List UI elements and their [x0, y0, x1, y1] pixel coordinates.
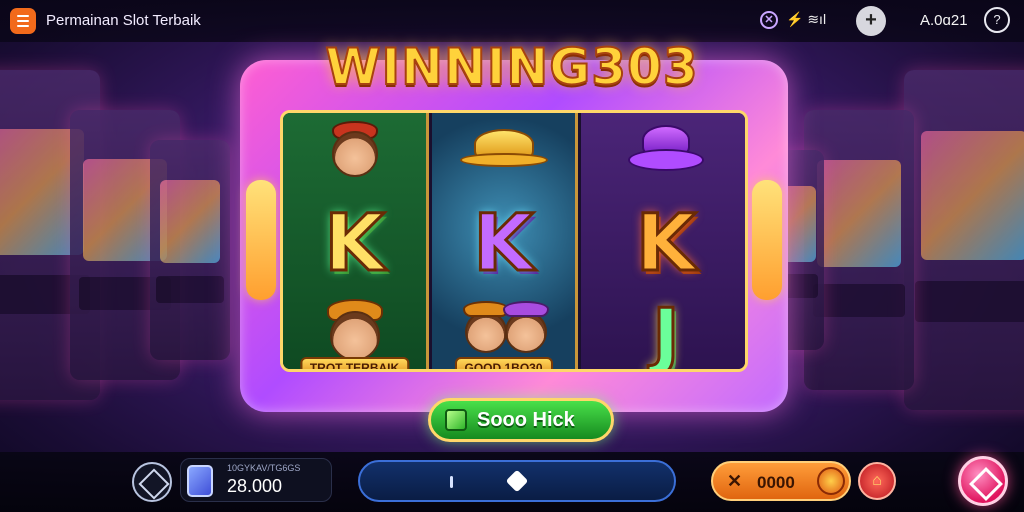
help-icon[interactable]: ? [984, 7, 1010, 33]
auto-spin-button[interactable]: ⌂ [858, 462, 896, 500]
menu-icon[interactable] [10, 8, 36, 34]
reel-2: K GOOD 1BO30 [432, 113, 578, 369]
balance-panel: 10GYKAV/TG6GS 28.000 [180, 458, 332, 502]
reel-3: K J [581, 113, 745, 372]
spin-button-label: Sooo Hick [477, 408, 575, 431]
bet-icon: ✕ [727, 471, 743, 491]
reel-1-symbol-top [283, 117, 426, 187]
balance-label: 10GYKAV/TG6GS [227, 463, 301, 473]
reel-1-banner: TROT TERBAIK [299, 357, 410, 369]
slider-handle[interactable] [505, 469, 529, 493]
balance-value: 28.000 [227, 476, 283, 496]
reel-2-symbol-bottom: GOOD 1BO30 [432, 297, 575, 369]
cube-icon [445, 409, 467, 431]
frame-ornament-right [752, 180, 782, 300]
bet-value: 0000 [757, 473, 795, 492]
main-action-button[interactable] [958, 456, 1008, 506]
game-logo: WINNING303 [324, 37, 699, 97]
reel-1-symbol-bottom: TROT TERBAIK [283, 297, 426, 369]
close-icon[interactable]: ✕ [760, 11, 778, 29]
spin-button[interactable]: Sooo Hick [428, 398, 614, 442]
gem-icon [187, 465, 213, 497]
slot-machine-frame: K TROT TERBAIK K GOOD 1BO30 K J [240, 60, 788, 412]
reel-window: K TROT TERBAIK K GOOD 1BO30 K J [280, 110, 748, 372]
add-button[interactable]: + [856, 6, 886, 36]
arcade-cabinet-left-3 [150, 140, 230, 360]
reel-2-symbol-middle: K [472, 199, 535, 289]
top-bar: Permainan Slot Terbaik ✕ ⚡ ≋ıl + A.0ɑ21 … [0, 0, 1024, 42]
reel-3-symbol-bottom: J [651, 293, 682, 372]
bet-slider[interactable] [358, 460, 676, 502]
target-icon[interactable] [132, 462, 172, 502]
reel-3-symbol-top [581, 121, 745, 185]
slider-tick [450, 476, 453, 488]
frame-ornament-left [246, 180, 276, 300]
signal-status: ⚡ ≋ıl [786, 11, 827, 27]
coin-icon[interactable] [817, 467, 845, 495]
app-title: Permainan Slot Terbaik [46, 12, 201, 29]
reel-1-symbol-middle: K [323, 199, 386, 289]
bet-panel[interactable]: ✕ 0000 [711, 461, 851, 501]
account-label[interactable]: A.0ɑ21 [920, 12, 968, 29]
reel-1: K TROT TERBAIK [283, 113, 429, 369]
reel-2-symbol-top [432, 123, 575, 183]
arcade-cabinet-right-1 [904, 70, 1024, 410]
reel-3-symbol-middle: K [634, 199, 697, 289]
reel-2-banner: GOOD 1BO30 [454, 357, 553, 369]
